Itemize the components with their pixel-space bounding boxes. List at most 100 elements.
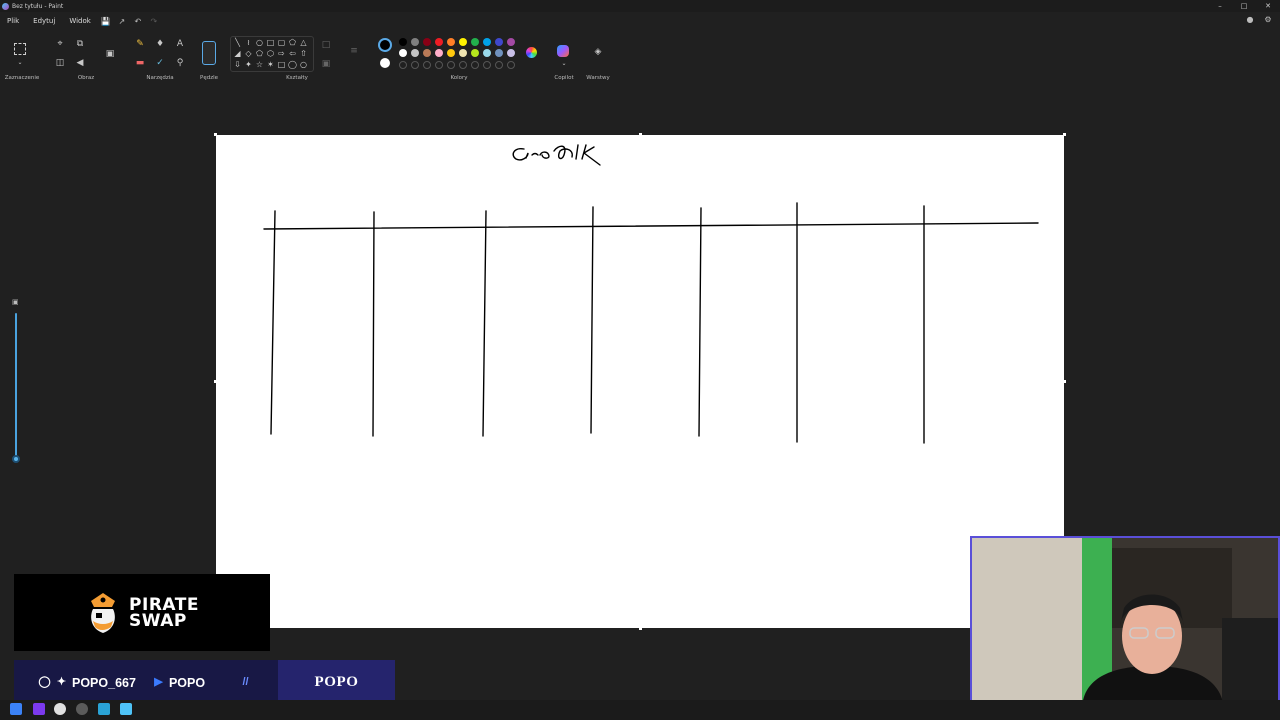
custom-color-slot[interactable] (483, 61, 491, 69)
canvas-resize-handle[interactable] (214, 380, 217, 383)
maximize-button[interactable]: □ (1232, 0, 1256, 12)
menu-file[interactable]: Plik (0, 17, 26, 25)
curve-shape-icon[interactable]: ≀ (243, 38, 254, 47)
line-shape-icon[interactable]: ╲ (232, 38, 243, 47)
color-swatch[interactable] (507, 38, 515, 46)
chevron-down-icon[interactable]: ⌄ (558, 58, 570, 70)
star5-shape-icon[interactable]: ☆ (254, 60, 265, 69)
eraser-icon[interactable]: ▬ (134, 57, 146, 69)
custom-color-slot[interactable] (507, 61, 515, 69)
telegram-icon[interactable] (98, 703, 110, 715)
callout-cloud-shape-icon[interactable]: ○ (298, 60, 309, 69)
color-swatch[interactable] (411, 38, 419, 46)
color-swatch[interactable] (507, 49, 515, 57)
custom-color-slot[interactable] (399, 61, 407, 69)
color-picker-icon[interactable]: ✓ (154, 57, 166, 69)
selection-tool-icon[interactable] (14, 43, 26, 55)
brush-icon[interactable] (202, 41, 216, 65)
layers-icon[interactable]: ◈ (592, 46, 604, 58)
arrow-up-shape-icon[interactable]: ⇧ (298, 49, 309, 58)
share-icon[interactable]: ↗ (114, 17, 130, 26)
color-swatch[interactable] (495, 49, 503, 57)
rounded-rect-shape-icon[interactable]: ▢ (276, 38, 287, 47)
hexagon-shape-icon[interactable]: ⬡ (265, 49, 276, 58)
color-swatch[interactable] (399, 38, 407, 46)
custom-color-slot[interactable] (447, 61, 455, 69)
redo-icon[interactable]: ↷ (146, 17, 162, 26)
color-swatch[interactable] (471, 49, 479, 57)
color-swatch[interactable] (459, 49, 467, 57)
canvas-resize-handle[interactable] (639, 133, 642, 136)
secondary-color-swatch[interactable] (380, 58, 390, 68)
zoom-slider-track[interactable] (15, 313, 17, 459)
chrome-icon[interactable] (54, 703, 66, 715)
flip-icon[interactable]: ◀ (74, 57, 86, 69)
star4-shape-icon[interactable]: ✦ (243, 60, 254, 69)
image-select-icon[interactable]: ▣ (104, 48, 116, 60)
copilot-icon[interactable] (557, 45, 569, 57)
size-icon[interactable]: ≡ (348, 45, 360, 57)
rotate-icon[interactable]: ◫ (54, 57, 66, 69)
color-swatch[interactable] (447, 38, 455, 46)
undo-icon[interactable]: ↶ (130, 17, 146, 26)
pentagon-shape-icon[interactable]: ⬠ (254, 49, 265, 58)
color-swatch[interactable] (435, 49, 443, 57)
custom-color-slot[interactable] (495, 61, 503, 69)
color-swatch[interactable] (435, 38, 443, 46)
drawing-canvas[interactable] (216, 135, 1064, 628)
magnifier-icon[interactable]: ⚲ (174, 57, 186, 69)
pencil-icon[interactable]: ✎ (134, 38, 146, 50)
color-swatch[interactable] (423, 49, 431, 57)
menu-edit[interactable]: Edytuj (26, 17, 62, 25)
custom-color-slot[interactable] (471, 61, 479, 69)
oval-shape-icon[interactable]: ○ (254, 38, 265, 47)
arrow-right-shape-icon[interactable]: ⇨ (276, 49, 287, 58)
callout-oval-shape-icon[interactable]: ◯ (287, 60, 298, 69)
close-button[interactable]: ✕ (1256, 0, 1280, 12)
outline-style-icon[interactable]: □ (320, 39, 332, 51)
paint-taskbar-icon[interactable] (120, 703, 132, 715)
chevron-down-icon[interactable]: ⌄ (14, 57, 26, 69)
canvas-resize-handle[interactable] (1063, 380, 1066, 383)
color-swatch[interactable] (399, 49, 407, 57)
rectangle-shape-icon[interactable]: □ (265, 38, 276, 47)
arrow-left-shape-icon[interactable]: ⇦ (287, 49, 298, 58)
triangle-shape-icon[interactable]: △ (298, 38, 309, 47)
fill-bucket-icon[interactable]: ♦ (154, 38, 166, 50)
taskbar-app-icon[interactable] (33, 703, 45, 715)
callout-rect-shape-icon[interactable]: □ (276, 60, 287, 69)
primary-color-swatch[interactable] (378, 38, 392, 52)
color-swatch[interactable] (483, 49, 491, 57)
color-swatch[interactable] (411, 49, 419, 57)
save-icon[interactable]: 💾 (98, 17, 114, 26)
edit-colors-icon[interactable] (526, 47, 537, 58)
settings-gear-icon[interactable]: ⚙ (1262, 15, 1274, 27)
canvas-resize-handle[interactable] (214, 133, 217, 136)
taskbar-app-icon[interactable] (76, 703, 88, 715)
start-menu-icon[interactable] (10, 703, 22, 715)
zoom-slider-thumb[interactable] (12, 455, 20, 463)
custom-color-slot[interactable] (435, 61, 443, 69)
canvas-resize-handle[interactable] (1063, 133, 1066, 136)
polygon-shape-icon[interactable]: ⬠ (287, 38, 298, 47)
custom-color-slot[interactable] (411, 61, 419, 69)
menu-view[interactable]: Widok (62, 17, 98, 25)
crop-icon[interactable]: ⌖ (54, 38, 66, 50)
text-tool-icon[interactable]: A (174, 38, 186, 50)
resize-icon[interactable]: ⧉ (74, 38, 86, 50)
canvas-resize-handle[interactable] (639, 627, 642, 630)
color-swatch[interactable] (471, 38, 479, 46)
star6-shape-icon[interactable]: ✶ (265, 60, 276, 69)
right-triangle-shape-icon[interactable]: ◢ (232, 49, 243, 58)
fill-style-icon[interactable]: ▣ (320, 58, 332, 70)
diamond-shape-icon[interactable]: ◇ (243, 49, 254, 58)
color-swatch[interactable] (459, 38, 467, 46)
color-swatch[interactable] (447, 49, 455, 57)
color-swatch[interactable] (495, 38, 503, 46)
color-swatch[interactable] (423, 38, 431, 46)
color-swatch[interactable] (483, 38, 491, 46)
account-icon[interactable]: ● (1244, 15, 1256, 27)
arrow-down-shape-icon[interactable]: ⇩ (232, 60, 243, 69)
custom-color-slot[interactable] (459, 61, 467, 69)
minimize-button[interactable]: – (1208, 0, 1232, 12)
